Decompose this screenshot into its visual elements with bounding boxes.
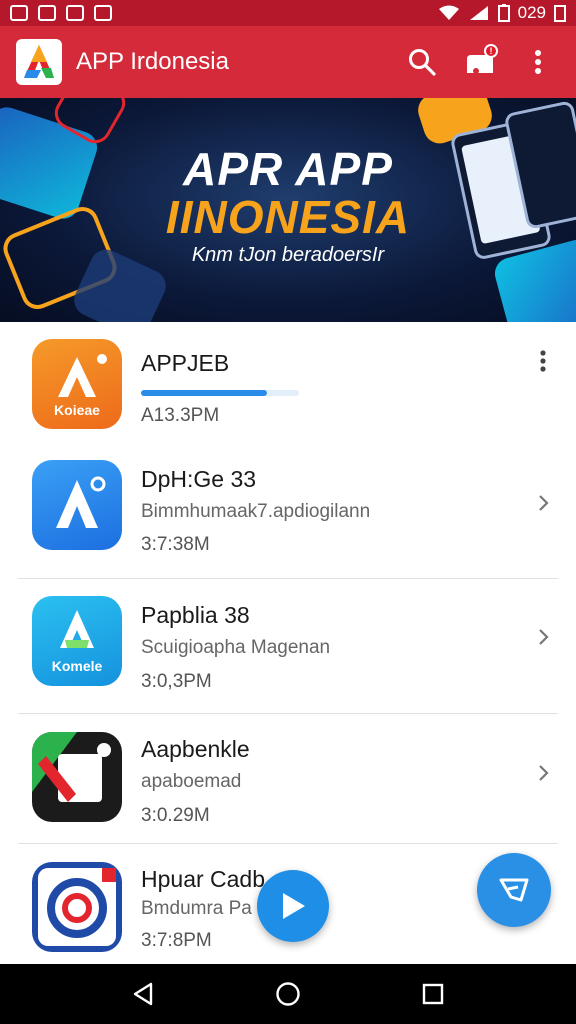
app-icon: Koieae: [32, 339, 122, 429]
wifi-icon: [438, 5, 459, 20]
system-navigation-bar: [0, 964, 576, 1024]
app-size: 3:7:38M: [141, 534, 210, 555]
list-item[interactable]: Aapbenkle apaboemad 3:0.29M: [0, 716, 576, 846]
status-bar: 029: [0, 0, 576, 26]
notification-icon: [94, 5, 112, 21]
notification-badge: !: [484, 44, 498, 58]
more-vertical-icon: [535, 50, 541, 74]
logo-icon: [24, 45, 54, 78]
search-icon: [409, 49, 436, 76]
status-notification-icons: [10, 5, 112, 21]
list-item[interactable]: Koieae APPJEB A13.3PM: [0, 322, 576, 452]
promo-banner[interactable]: APR APP IINONESIA Knm tJon beradoersIr: [0, 98, 576, 322]
notifications-button[interactable]: !: [458, 40, 502, 84]
chevron-right-icon: [539, 765, 549, 781]
home-circle-icon: [276, 982, 300, 1006]
app-name: APPJEB: [141, 350, 230, 376]
more-options-button[interactable]: [530, 346, 556, 376]
app-logo: [16, 39, 62, 85]
chevron-right-icon: [539, 629, 549, 645]
app-bar: APP Irdonesia !: [0, 26, 576, 98]
status-system-icons: 029: [438, 3, 566, 23]
notification-icon: [10, 5, 28, 21]
banner-subtitle: Knm tJon beradoersIr: [191, 244, 385, 266]
app-size: 3:0,3PM: [141, 671, 212, 692]
app-name: Hpuar Cadb: [141, 866, 266, 892]
app-icon: [32, 732, 122, 822]
app-size: A13.3PM: [141, 405, 220, 426]
home-button[interactable]: [268, 974, 308, 1014]
battery-icon: [497, 4, 510, 22]
app-name: Papblia 38: [141, 602, 250, 628]
signal-icon: [469, 6, 488, 20]
banner-title: APR APP: [183, 143, 393, 195]
divider: [18, 843, 558, 844]
list-item[interactable]: DpH:Ge 33 Bimmhumaak7.apdiogilann 3:7:38…: [0, 446, 576, 576]
notification-icon: [66, 5, 84, 21]
notification-icon: [38, 5, 56, 21]
play-icon: [283, 893, 305, 919]
status-time: 029: [517, 3, 546, 22]
chevron-right-icon: [539, 495, 549, 511]
app-icon-label: Koieae: [54, 402, 100, 418]
list-item[interactable]: Komele Papblia 38 Scuigioapha Magenan 3:…: [0, 580, 576, 710]
app-title: APP Irdonesia: [76, 48, 229, 75]
banner-title-secondary: IINONESIA: [165, 191, 411, 243]
download-progress: [141, 390, 299, 396]
download-progress-fill: [141, 390, 268, 396]
app-size: 3:0.29M: [141, 805, 210, 826]
app-icon: [32, 862, 122, 952]
app-icon: Komele: [32, 596, 122, 686]
divider: [18, 578, 558, 579]
app-description: Bimmhumaak7.apdiogilann: [141, 501, 371, 522]
app-name: Aapbenkle: [141, 736, 250, 762]
app-size: 3:7:8PM: [141, 930, 212, 951]
play-button[interactable]: [257, 870, 329, 942]
divider: [18, 713, 558, 714]
app-icon-label: Komele: [51, 658, 103, 674]
more-options-button[interactable]: [516, 40, 560, 84]
recent-apps-button[interactable]: [413, 974, 453, 1014]
app-description: apaboemad: [141, 771, 242, 792]
app-logo-icon: [32, 732, 111, 802]
app-icon: [32, 460, 122, 550]
more-vertical-icon: [540, 350, 546, 372]
back-button[interactable]: [123, 974, 163, 1014]
recent-square-icon: [423, 983, 444, 1005]
app-description: Scuigioapha Magenan: [141, 637, 331, 658]
search-button[interactable]: [400, 40, 444, 84]
battery-icon: [554, 5, 566, 22]
app-logo-icon: [38, 868, 116, 946]
floating-action-button[interactable]: [477, 853, 551, 927]
app-name: DpH:Ge 33: [141, 466, 257, 492]
app-logo-icon: [56, 476, 106, 528]
back-triangle-icon: [133, 982, 152, 1006]
send-icon: [499, 878, 529, 902]
